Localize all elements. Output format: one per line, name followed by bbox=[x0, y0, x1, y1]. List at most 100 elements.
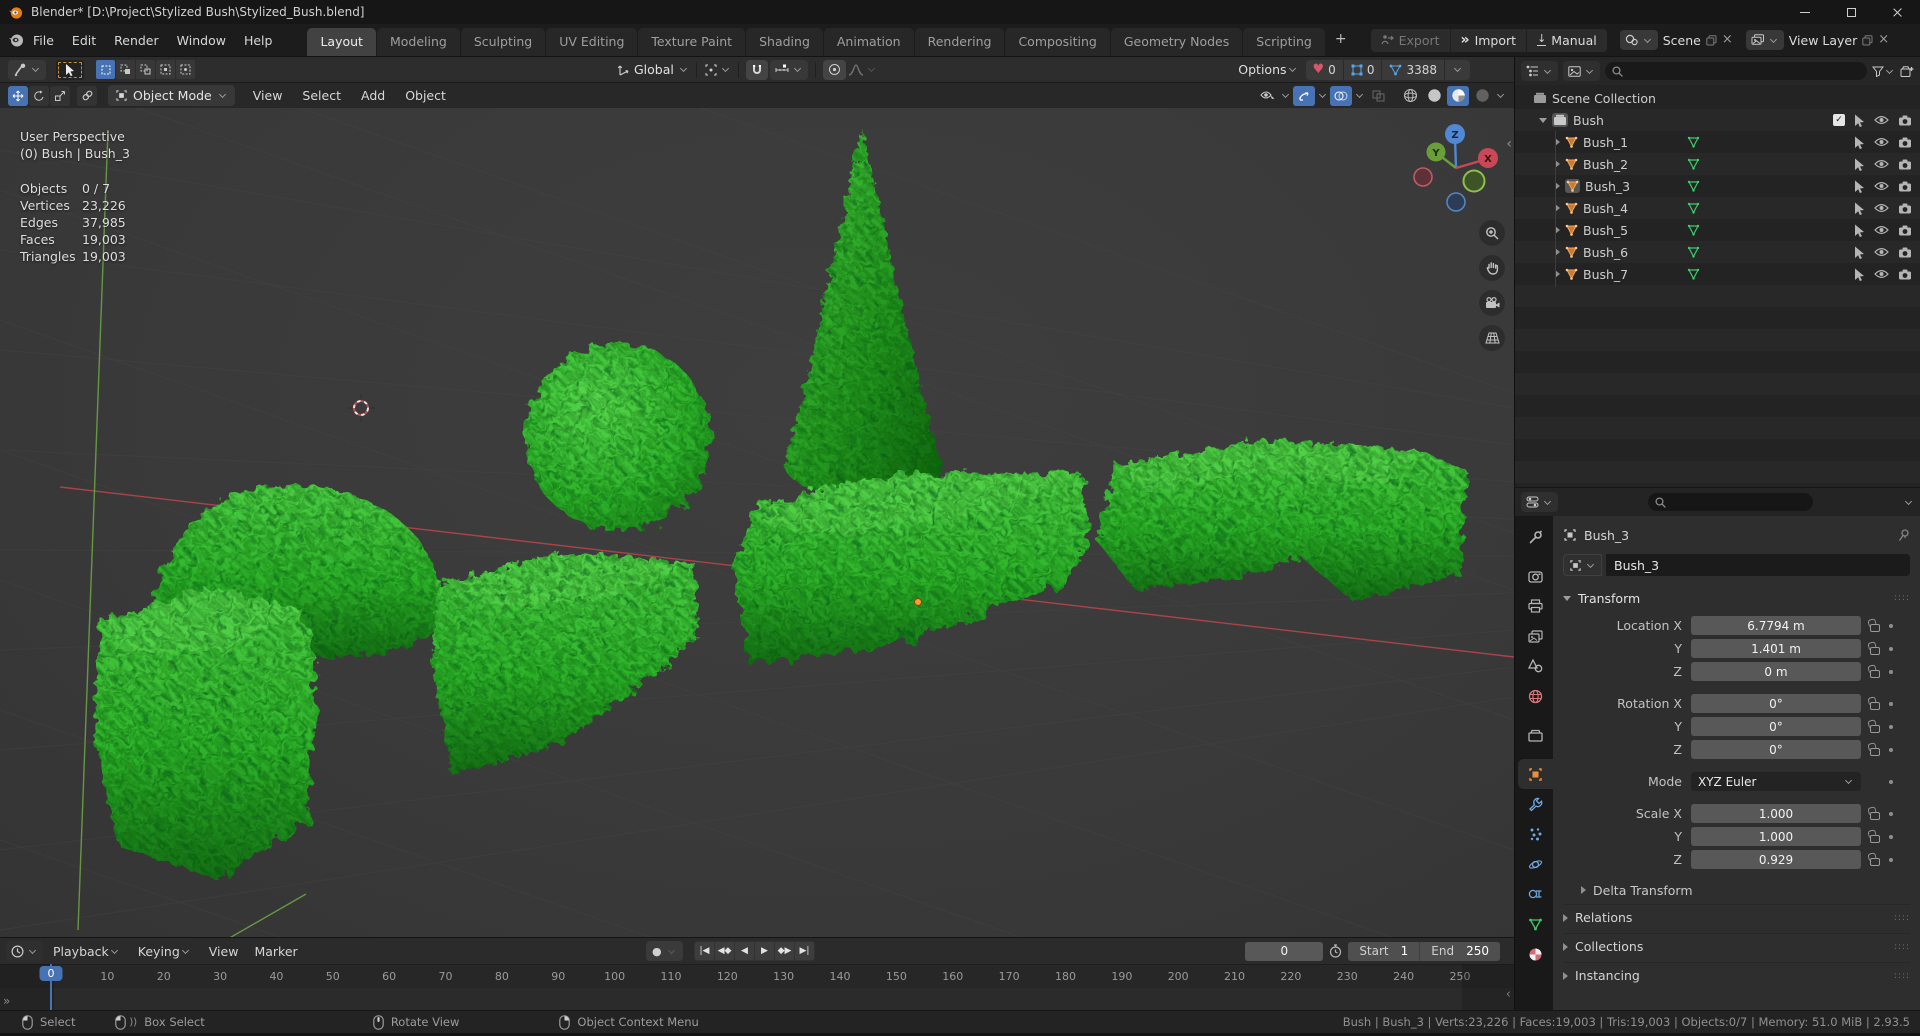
animate-dot-icon[interactable] bbox=[1889, 724, 1893, 729]
end-frame-field[interactable]: End 250 bbox=[1420, 942, 1500, 961]
outliner-row-object[interactable]: Bush_7 bbox=[1515, 263, 1920, 285]
eye-icon[interactable] bbox=[1874, 159, 1889, 169]
viewport-menu-item[interactable]: Object bbox=[395, 84, 456, 107]
bush-cone[interactable] bbox=[784, 128, 943, 498]
collapsed-panel-header[interactable]: Instancing :::: bbox=[1563, 962, 1910, 988]
workspace-tab[interactable]: Compositing bbox=[1005, 28, 1110, 56]
pivot-point-icon[interactable] bbox=[704, 63, 718, 77]
tab-material[interactable] bbox=[1518, 939, 1553, 969]
outliner-row-object[interactable]: Bush_1 bbox=[1515, 131, 1920, 153]
start-frame-field[interactable]: Start 1 bbox=[1348, 941, 1421, 961]
3d-viewport[interactable]: User Perspective (0) Bush | Bush_3 Objec… bbox=[0, 108, 1514, 937]
camera-view-button[interactable] bbox=[1479, 290, 1505, 316]
manual-button[interactable]: ↓ Manual bbox=[1527, 29, 1607, 52]
outliner-row-scene-collection[interactable]: Scene Collection bbox=[1515, 87, 1920, 109]
sidebar-collapse-icon[interactable]: ‹ bbox=[1506, 136, 1512, 152]
selectable-pointer-icon[interactable] bbox=[1854, 246, 1865, 259]
snap-toggle-button[interactable] bbox=[745, 59, 768, 80]
chevron-down-icon[interactable] bbox=[721, 64, 729, 73]
gizmo-scale-toggle[interactable] bbox=[50, 85, 70, 106]
rotation-mode-dropdown[interactable]: XYZ Euler bbox=[1691, 772, 1861, 791]
animate-dot-icon[interactable] bbox=[1889, 857, 1893, 862]
collapsed-panel-header[interactable]: Relations :::: bbox=[1563, 904, 1910, 930]
outliner-row-object[interactable]: Bush_4 bbox=[1515, 197, 1920, 219]
workspace-tab[interactable]: Rendering bbox=[914, 28, 1005, 56]
tab-modifiers[interactable] bbox=[1518, 789, 1553, 819]
menubar-item[interactable]: Help bbox=[235, 29, 282, 52]
collection-checkbox[interactable]: ✓ bbox=[1833, 114, 1845, 126]
lock-icon[interactable] bbox=[1870, 670, 1880, 678]
selectable-pointer-icon[interactable] bbox=[1854, 136, 1865, 149]
selectable-pointer-icon[interactable] bbox=[1854, 268, 1865, 281]
gizmo-minus-x-axis[interactable] bbox=[1413, 167, 1433, 187]
shading-solid-button[interactable] bbox=[1423, 86, 1445, 106]
shading-wireframe-button[interactable] bbox=[1399, 86, 1421, 106]
xray-toggle[interactable] bbox=[1367, 86, 1389, 106]
remove-view-layer-icon[interactable]: × bbox=[1878, 33, 1889, 46]
outliner-row-object[interactable]: Bush_6 bbox=[1515, 241, 1920, 263]
bush-hedge-box[interactable] bbox=[432, 552, 698, 775]
camera-icon[interactable] bbox=[1898, 137, 1912, 148]
transport-button[interactable]: ▶| bbox=[795, 942, 814, 960]
lock-icon[interactable] bbox=[1870, 812, 1880, 820]
menubar-item[interactable]: Render bbox=[105, 29, 168, 52]
new-collection-button[interactable] bbox=[1900, 65, 1914, 78]
lock-icon[interactable] bbox=[1870, 624, 1880, 632]
selectable-pointer-icon[interactable] bbox=[1854, 158, 1865, 171]
tab-object-data[interactable] bbox=[1518, 909, 1553, 939]
animate-dot-icon[interactable] bbox=[1889, 623, 1893, 628]
eye-icon[interactable] bbox=[1874, 225, 1889, 235]
scene-name[interactable]: Scene bbox=[1663, 33, 1701, 48]
viewport-menu-item[interactable]: View bbox=[243, 84, 293, 107]
chevron-down-icon[interactable] bbox=[1904, 497, 1913, 505]
export-button[interactable]: Export bbox=[1371, 28, 1451, 52]
object-visibility-button[interactable] bbox=[1256, 86, 1278, 106]
breadcrumb-object-name[interactable]: Bush_3 bbox=[1584, 528, 1629, 543]
workspace-tab[interactable]: Modeling bbox=[376, 28, 460, 56]
drag-handle-icon[interactable]: :::: bbox=[1894, 593, 1910, 603]
workspace-tab[interactable]: Animation bbox=[823, 28, 914, 56]
chevron-down-icon[interactable] bbox=[1355, 90, 1364, 99]
camera-icon[interactable] bbox=[1898, 115, 1912, 126]
transform-panel-header[interactable]: Transform :::: bbox=[1563, 586, 1910, 610]
auto-keying-button[interactable]: ● bbox=[646, 941, 683, 961]
bush-sphere[interactable] bbox=[525, 344, 711, 530]
animate-dot-icon[interactable] bbox=[1889, 834, 1893, 839]
timeline-menu-item[interactable]: Marker bbox=[246, 940, 305, 963]
tab-render[interactable] bbox=[1518, 561, 1553, 591]
gizmo-rotate-toggle[interactable] bbox=[29, 85, 49, 106]
selectable-pointer-icon[interactable] bbox=[1854, 180, 1865, 193]
proportional-editing-button[interactable] bbox=[822, 59, 846, 80]
camera-icon[interactable] bbox=[1898, 159, 1912, 170]
tab-scene[interactable] bbox=[1518, 651, 1553, 681]
eye-icon[interactable] bbox=[1874, 115, 1889, 125]
camera-icon[interactable] bbox=[1898, 203, 1912, 214]
eye-icon[interactable] bbox=[1874, 247, 1889, 257]
selectable-pointer-icon[interactable] bbox=[1854, 202, 1865, 215]
timeline-menu-item[interactable]: View bbox=[201, 940, 247, 963]
keying-menu[interactable]: Keying bbox=[130, 940, 199, 963]
current-frame-field[interactable]: 0 bbox=[1245, 941, 1324, 961]
perspective-toggle-button[interactable] bbox=[1479, 325, 1505, 351]
eye-icon[interactable] bbox=[1874, 181, 1889, 191]
select-mode-new-button[interactable] bbox=[96, 60, 115, 79]
camera-icon[interactable] bbox=[1898, 247, 1912, 258]
workspace-tab[interactable]: Sculpting bbox=[460, 28, 546, 56]
select-mode-extend-button[interactable] bbox=[116, 60, 135, 79]
outliner-row-collection[interactable]: Bush ✓ bbox=[1515, 109, 1920, 131]
selectable-pointer-icon[interactable] bbox=[1854, 224, 1865, 237]
workspace-tab[interactable]: Scripting bbox=[1243, 28, 1325, 56]
animate-dot-icon[interactable] bbox=[1889, 779, 1893, 784]
camera-icon[interactable] bbox=[1898, 225, 1912, 236]
scene-browse-button[interactable] bbox=[1619, 30, 1658, 50]
camera-icon[interactable] bbox=[1898, 269, 1912, 280]
timeline-collapse-icon[interactable]: ‹ bbox=[1506, 987, 1511, 1002]
unlink-scene-icon[interactable]: × bbox=[1722, 33, 1733, 46]
tab-world[interactable] bbox=[1518, 681, 1553, 711]
link-materials-toggle[interactable] bbox=[77, 85, 97, 106]
view-layer-browse-button[interactable] bbox=[1745, 30, 1784, 50]
chevron-down-icon[interactable] bbox=[1318, 90, 1327, 99]
animate-dot-icon[interactable] bbox=[1889, 747, 1893, 752]
menubar-item[interactable]: Window bbox=[168, 29, 235, 52]
value-field[interactable]: 1.000 bbox=[1691, 804, 1861, 823]
